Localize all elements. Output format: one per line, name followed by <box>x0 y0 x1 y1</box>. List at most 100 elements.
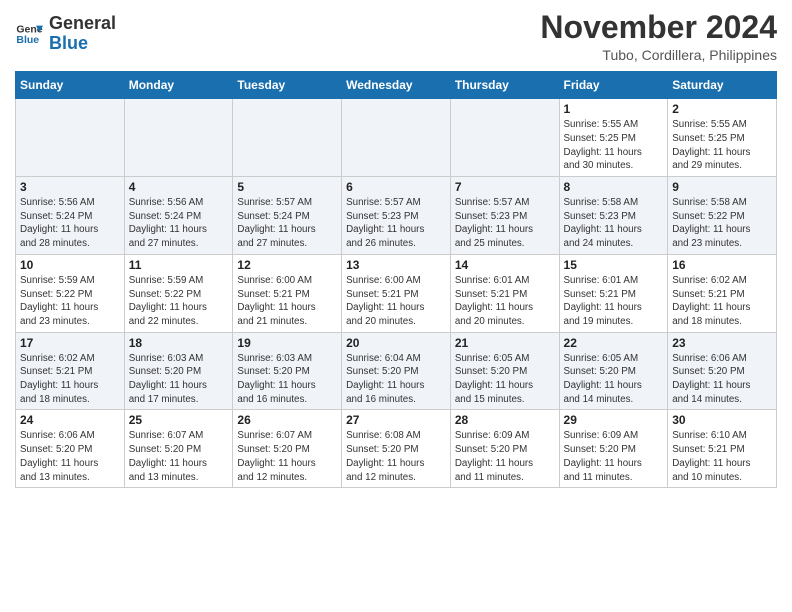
day-number: 29 <box>564 413 664 427</box>
day-number: 18 <box>129 336 229 350</box>
day-number: 10 <box>20 258 120 272</box>
table-row: 24 Sunrise: 6:06 AMSunset: 5:20 PMDayligh… <box>16 410 125 488</box>
day-number: 24 <box>20 413 120 427</box>
table-row: 6Sunrise: 5:57 AMSunset: 5:23 PMDaylight… <box>342 177 451 255</box>
day-number: 5 <box>237 180 337 194</box>
calendar-header-row: Sunday Monday Tuesday Wednesday Thursday… <box>16 72 777 99</box>
table-row: 5 Sunrise: 5:57 AMSunset: 5:24 PMDaylight… <box>233 177 342 255</box>
col-monday: Monday <box>124 72 233 99</box>
svg-text:Blue: Blue <box>16 34 39 46</box>
table-row: 4 Sunrise: 5:56 AMSunset: 5:24 PMDaylight… <box>124 177 233 255</box>
day-number: 12 <box>237 258 337 272</box>
day-number: 28 <box>455 413 555 427</box>
day-number: 23 <box>672 336 772 350</box>
day-number: 22 <box>564 336 664 350</box>
table-row: 11 Sunrise: 5:59 AMSunset: 5:22 PMDayligh… <box>124 254 233 332</box>
table-row: 7Sunrise: 5:57 AMSunset: 5:23 PMDaylight… <box>450 177 559 255</box>
table-row: 21 Sunrise: 6:05 AMSunset: 5:20 PMDayligh… <box>450 332 559 410</box>
calendar-week-row: 3 Sunrise: 5:56 AMSunset: 5:24 PMDaylight… <box>16 177 777 255</box>
table-row: 12 Sunrise: 6:00 AMSunset: 5:21 PMDayligh… <box>233 254 342 332</box>
day-info: Sunrise: 5:59 AMSunset: 5:22 PMDaylight:… <box>129 274 229 329</box>
page: General Blue General Blue November 2024 … <box>0 0 792 612</box>
day-info: Sunrise: 6:05 AMSunset: 5:20 PMDaylight:… <box>455 352 555 407</box>
table-row: 15Sunrise: 6:01 AMSunset: 5:21 PMDayligh… <box>559 254 668 332</box>
table-row: 23 Sunrise: 6:06 AMSunset: 5:20 PMDayligh… <box>668 332 777 410</box>
day-number: 19 <box>237 336 337 350</box>
day-info: Sunrise: 6:02 AMSunset: 5:21 PMDaylight:… <box>20 352 120 407</box>
day-info: Sunrise: 6:01 AMSunset: 5:21 PMDaylight:… <box>564 274 664 329</box>
day-info: Sunrise: 5:58 AMSunset: 5:23 PMDaylight:… <box>564 196 664 251</box>
table-row: 22 Sunrise: 6:05 AMSunset: 5:20 PMDayligh… <box>559 332 668 410</box>
day-number: 16 <box>672 258 772 272</box>
table-row <box>16 99 125 177</box>
day-number: 21 <box>455 336 555 350</box>
calendar-week-row: 24 Sunrise: 6:06 AMSunset: 5:20 PMDayligh… <box>16 410 777 488</box>
table-row: 19 Sunrise: 6:03 AMSunset: 5:20 PMDayligh… <box>233 332 342 410</box>
day-info: Sunrise: 6:00 AMSunset: 5:21 PMDaylight:… <box>346 274 446 329</box>
day-info: Sunrise: 6:10 AMSunset: 5:21 PMDaylight:… <box>672 429 772 484</box>
col-friday: Friday <box>559 72 668 99</box>
title-area: November 2024 Tubo, Cordillera, Philippi… <box>540 10 777 63</box>
table-row: 30 Sunrise: 6:10 AMSunset: 5:21 PMDayligh… <box>668 410 777 488</box>
day-info: Sunrise: 6:03 AMSunset: 5:20 PMDaylight:… <box>129 352 229 407</box>
day-number: 25 <box>129 413 229 427</box>
day-info: Sunrise: 5:56 AMSunset: 5:24 PMDaylight:… <box>129 196 229 251</box>
day-number: 27 <box>346 413 446 427</box>
table-row <box>342 99 451 177</box>
day-info: Sunrise: 6:01 AMSunset: 5:21 PMDaylight:… <box>455 274 555 329</box>
table-row: 14 Sunrise: 6:01 AMSunset: 5:21 PMDayligh… <box>450 254 559 332</box>
col-tuesday: Tuesday <box>233 72 342 99</box>
day-info: Sunrise: 6:00 AMSunset: 5:21 PMDaylight:… <box>237 274 337 329</box>
table-row: 17Sunrise: 6:02 AMSunset: 5:21 PMDayligh… <box>16 332 125 410</box>
day-info: Sunrise: 5:58 AMSunset: 5:22 PMDaylight:… <box>672 196 772 251</box>
day-number: 14 <box>455 258 555 272</box>
day-number: 4 <box>129 180 229 194</box>
day-info: Sunrise: 6:06 AMSunset: 5:20 PMDaylight:… <box>20 429 120 484</box>
table-row: 29 Sunrise: 6:09 AMSunset: 5:20 PMDayligh… <box>559 410 668 488</box>
day-info: Sunrise: 5:55 AMSunset: 5:25 PMDaylight:… <box>672 118 772 173</box>
table-row: 26Sunrise: 6:07 AMSunset: 5:20 PMDayligh… <box>233 410 342 488</box>
table-row: 20 Sunrise: 6:04 AMSunset: 5:20 PMDayligh… <box>342 332 451 410</box>
day-number: 20 <box>346 336 446 350</box>
day-info: Sunrise: 5:56 AMSunset: 5:24 PMDaylight:… <box>20 196 120 251</box>
calendar-week-row: 17Sunrise: 6:02 AMSunset: 5:21 PMDayligh… <box>16 332 777 410</box>
day-info: Sunrise: 5:55 AMSunset: 5:25 PMDaylight:… <box>564 118 664 173</box>
table-row: 8 Sunrise: 5:58 AMSunset: 5:23 PMDaylight… <box>559 177 668 255</box>
day-info: Sunrise: 6:03 AMSunset: 5:20 PMDaylight:… <box>237 352 337 407</box>
location-subtitle: Tubo, Cordillera, Philippines <box>540 47 777 63</box>
logo: General Blue General Blue <box>15 14 116 54</box>
logo-icon: General Blue <box>15 20 43 48</box>
day-number: 13 <box>346 258 446 272</box>
day-number: 7 <box>455 180 555 194</box>
day-number: 3 <box>20 180 120 194</box>
table-row: 13 Sunrise: 6:00 AMSunset: 5:21 PMDayligh… <box>342 254 451 332</box>
table-row: 27 Sunrise: 6:08 AMSunset: 5:20 PMDayligh… <box>342 410 451 488</box>
col-wednesday: Wednesday <box>342 72 451 99</box>
day-info: Sunrise: 5:57 AMSunset: 5:24 PMDaylight:… <box>237 196 337 251</box>
table-row: 18 Sunrise: 6:03 AMSunset: 5:20 PMDayligh… <box>124 332 233 410</box>
day-info: Sunrise: 6:09 AMSunset: 5:20 PMDaylight:… <box>455 429 555 484</box>
table-row: 16 Sunrise: 6:02 AMSunset: 5:21 PMDayligh… <box>668 254 777 332</box>
month-title: November 2024 <box>540 10 777 45</box>
calendar-week-row: 10 Sunrise: 5:59 AMSunset: 5:22 PMDayligh… <box>16 254 777 332</box>
day-info: Sunrise: 6:07 AMSunset: 5:20 PMDaylight:… <box>129 429 229 484</box>
day-info: Sunrise: 6:02 AMSunset: 5:21 PMDaylight:… <box>672 274 772 329</box>
col-thursday: Thursday <box>450 72 559 99</box>
day-number: 9 <box>672 180 772 194</box>
table-row: 25 Sunrise: 6:07 AMSunset: 5:20 PMDayligh… <box>124 410 233 488</box>
day-info: Sunrise: 6:09 AMSunset: 5:20 PMDaylight:… <box>564 429 664 484</box>
calendar: Sunday Monday Tuesday Wednesday Thursday… <box>15 71 777 488</box>
day-info: Sunrise: 6:06 AMSunset: 5:20 PMDaylight:… <box>672 352 772 407</box>
day-number: 11 <box>129 258 229 272</box>
day-number: 6 <box>346 180 446 194</box>
calendar-week-row: 1 Sunrise: 5:55 AMSunset: 5:25 PMDaylight… <box>16 99 777 177</box>
day-info: Sunrise: 6:08 AMSunset: 5:20 PMDaylight:… <box>346 429 446 484</box>
day-info: Sunrise: 6:04 AMSunset: 5:20 PMDaylight:… <box>346 352 446 407</box>
day-number: 1 <box>564 102 664 116</box>
col-sunday: Sunday <box>16 72 125 99</box>
table-row <box>124 99 233 177</box>
day-info: Sunrise: 6:05 AMSunset: 5:20 PMDaylight:… <box>564 352 664 407</box>
day-number: 8 <box>564 180 664 194</box>
day-number: 30 <box>672 413 772 427</box>
table-row: 1 Sunrise: 5:55 AMSunset: 5:25 PMDaylight… <box>559 99 668 177</box>
